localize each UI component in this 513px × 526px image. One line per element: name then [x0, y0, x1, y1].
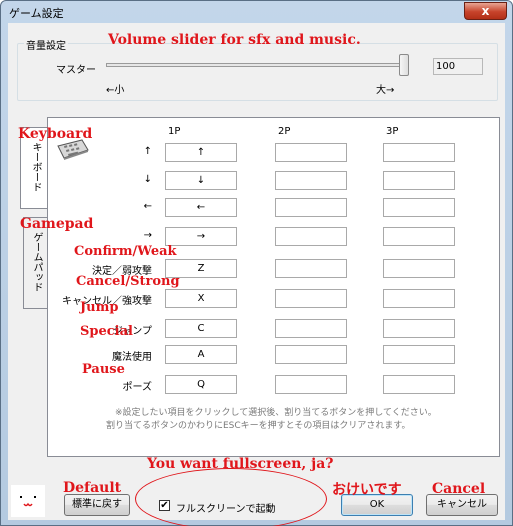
close-button[interactable]: x — [464, 2, 507, 20]
annotation-pause: Pause — [82, 362, 125, 377]
column-2p: 2P — [278, 126, 291, 137]
key-field-p1[interactable]: Q — [165, 375, 237, 394]
key-field-p3[interactable] — [383, 227, 455, 246]
binding-row-label: ← — [143, 201, 152, 212]
key-field-p3[interactable] — [383, 345, 455, 364]
key-field-p1[interactable]: ↑ — [165, 143, 237, 162]
binding-row-label: ↓ — [143, 174, 152, 185]
key-field-p3[interactable] — [383, 319, 455, 338]
key-field-p2[interactable] — [275, 227, 347, 246]
key-field-p1[interactable]: A — [165, 345, 237, 364]
annotation-cancel-strong: Cancel/Strong — [76, 274, 180, 289]
key-field-p3[interactable] — [383, 289, 455, 308]
annotation-default: Default — [63, 480, 122, 496]
key-field-p2[interactable] — [275, 259, 347, 278]
key-field-p3[interactable] — [383, 198, 455, 217]
tab-gamepad-label: ゲームパッド — [31, 232, 42, 292]
key-field-p2[interactable] — [275, 171, 347, 190]
master-volume-value: 100 — [433, 58, 483, 75]
master-volume-thumb[interactable] — [399, 54, 409, 76]
fullscreen-highlight-ellipse — [135, 468, 327, 526]
game-settings-window: ゲーム設定 x 音量設定 マスター 100 ←小 大→ キーボード ゲームパッド — [0, 0, 513, 526]
annotation-cancel: Cancel — [432, 481, 486, 497]
column-1p: 1P — [168, 126, 181, 137]
window-title: ゲーム設定 — [9, 7, 64, 20]
key-field-p2[interactable] — [275, 289, 347, 308]
annotation-okay: おけいです — [332, 482, 402, 498]
key-field-p2[interactable] — [275, 143, 347, 162]
key-field-p2[interactable] — [275, 198, 347, 217]
key-field-p1[interactable]: C — [165, 319, 237, 338]
key-field-p3[interactable] — [383, 375, 455, 394]
annotation-special: Special — [80, 324, 133, 339]
volume-max-label: 大→ — [376, 85, 395, 96]
binding-note-line2: 割り当てるボタンのかわりにESCキーを押すとその項目はクリアされます。 — [106, 421, 411, 431]
key-field-p2[interactable] — [275, 375, 347, 394]
key-field-p3[interactable] — [383, 143, 455, 162]
face-doodle — [11, 485, 45, 517]
key-field-p2[interactable] — [275, 345, 347, 364]
binding-row-label: → — [143, 230, 152, 241]
key-field-p1[interactable]: ↓ — [165, 171, 237, 190]
column-3p: 3P — [386, 126, 399, 137]
annotation-confirm: Confirm/Weak — [74, 244, 177, 259]
key-field-p1[interactable]: ← — [165, 198, 237, 217]
key-field-p3[interactable] — [383, 171, 455, 190]
annotation-jump: Jump — [80, 300, 119, 315]
master-label: マスター — [56, 65, 96, 76]
volume-min-label: ←小 — [106, 85, 125, 96]
binding-row-label: ↑ — [143, 146, 152, 157]
annotation-gamepad: Gamepad — [20, 216, 94, 232]
key-field-p1[interactable]: X — [165, 289, 237, 308]
title-bar[interactable]: ゲーム設定 x — [1, 1, 512, 23]
cancel-button[interactable]: キャンセル — [426, 494, 498, 516]
binding-row-label: 魔法使用 — [112, 352, 152, 363]
annotation-keyboard: Keyboard — [18, 126, 93, 142]
key-field-p2[interactable] — [275, 319, 347, 338]
annotation-volume: Volume slider for sfx and music. — [108, 32, 361, 48]
binding-note-line1: ※設定したい項目をクリックして選択後、割り当てるボタンを押してください。 — [115, 408, 437, 418]
binding-row-label: ポーズ — [122, 382, 153, 393]
volume-group-label: 音量設定 — [24, 37, 68, 52]
master-volume-track[interactable] — [106, 63, 406, 67]
restore-default-button[interactable]: 標準に戻す — [64, 494, 130, 516]
key-field-p3[interactable] — [383, 259, 455, 278]
binding-note: ※設定したい項目をクリックして選択後、割り当てるボタンを押してください。 割り当… — [106, 407, 476, 433]
tab-keyboard-label: キーボード — [30, 142, 41, 192]
client-area: 音量設定 マスター 100 ←小 大→ キーボード ゲームパッド 1P 2P 3… — [8, 23, 505, 520]
